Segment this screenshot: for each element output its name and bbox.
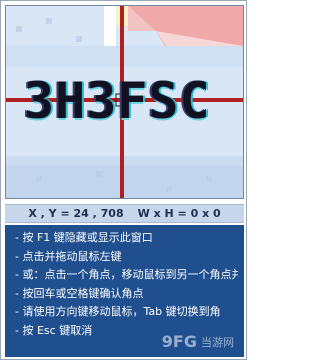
magnifier-view: 3H3FSC [5,5,244,199]
watermark: 9FG 当游网 [162,332,234,351]
help-item: - 按 F1 键隐藏或显示此窗口 [15,231,153,244]
magnified-text: 3H3FSC [24,72,211,130]
watermark-site: 当游网 [201,335,234,349]
watermark-logo: 9FG [161,332,197,351]
help-item: - 按回车或空格键确认角点 [15,286,144,300]
coordinate-readout: X , Y = 24 , 708 W x H = 0 x 0 [5,204,244,223]
help-item: - 点击并拖动鼠标左键 [15,249,122,263]
help-item: - 请使用方向键移动鼠标，Tab 键切换到角 [15,305,221,318]
selection-size: W x H = 0 x 0 [137,207,221,220]
help-item: - 或：点击一个角点，移动鼠标到另一个角点并点击 [15,268,238,281]
help-panel: - 按 F1 键隐藏或显示此窗口 - 点击并拖动鼠标左键 - 或：点击一个角点，… [5,225,244,357]
cursor-position: X , Y = 24 , 708 [28,207,124,220]
screenshot-capture-panel: 3H3FSC X , Y = 24 , 708 W x H = 0 x 0 - … [0,0,247,360]
